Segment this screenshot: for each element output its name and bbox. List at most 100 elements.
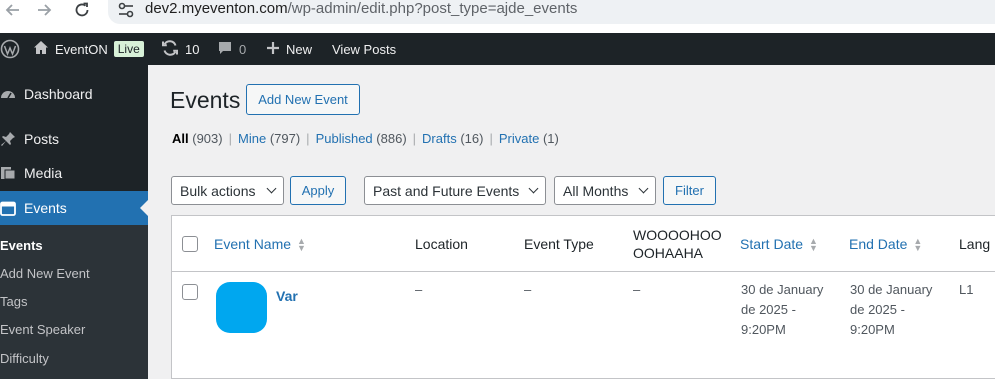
sidebar-item-events[interactable]: Events — [0, 191, 148, 225]
url-path: /wp-admin/edit.php?post_type=ajde_events — [287, 0, 578, 17]
updates-icon — [161, 39, 179, 60]
column-header-start-date[interactable]: Start Date ▲ ▼ — [740, 236, 818, 254]
live-badge: Live — [113, 41, 144, 57]
new-label: New — [286, 41, 313, 57]
dashboard-icon — [0, 86, 16, 102]
cell-start-date: 30 de January de 2025 - 9:20PM — [741, 282, 824, 337]
site-menu[interactable]: EventON Live — [33, 33, 144, 65]
comments-count: 0 — [239, 41, 247, 57]
event-range-select[interactable]: Past and Future Events — [364, 176, 546, 205]
column-header-lang: Lang — [959, 236, 991, 252]
column-header-custom: WOOOOHOO OOHAAHA — [633, 227, 722, 261]
view-mine-count: (797) — [269, 131, 301, 146]
submenu-item-event-speaker[interactable]: Event Speaker — [0, 322, 85, 337]
view-private-label: Private — [498, 131, 540, 146]
column-label: End Date — [849, 236, 908, 252]
media-icon — [0, 165, 16, 181]
page-title: Events — [170, 87, 241, 113]
sidebar-item-label: Media — [24, 165, 63, 181]
sort-icon: ▲ ▼ — [809, 236, 818, 254]
view-separator: | — [489, 131, 493, 146]
table-header: Event Name ▲ ▼ Location Event Type WOOOOHO… — [172, 216, 995, 272]
address-bar[interactable]: dev2.myeventon.com/wp-admin/edit.php?pos… — [108, 0, 995, 24]
view-separator: | — [412, 131, 417, 146]
column-header-event-type: Event Type — [524, 236, 594, 252]
browser-toolbar: dev2.myeventon.com/wp-admin/edit.php?pos… — [0, 0, 995, 33]
view-separator: | — [228, 131, 232, 146]
sidebar-item-label: Dashboard — [24, 86, 93, 102]
reload-icon[interactable] — [72, 0, 92, 20]
sidebar-item-label: Posts — [24, 131, 60, 147]
table-row: Var – – – 30 de January de 2025 - 9:20PM… — [172, 272, 995, 379]
admin-sidebar: Dashboard Posts Media Events Events Add … — [0, 65, 148, 379]
sort-icon: ▲ ▼ — [913, 236, 923, 254]
view-published-link[interactable]: Published (886) — [316, 131, 407, 146]
view-separator: | — [306, 131, 310, 146]
forward-arrow-icon[interactable] — [36, 0, 52, 20]
view-drafts-count: (16) — [460, 131, 484, 146]
comments-link[interactable]: 0 — [217, 33, 246, 65]
months-value: All Months — [563, 182, 629, 199]
row-checkbox[interactable] — [182, 284, 198, 300]
view-drafts-link[interactable]: Drafts (16) — [422, 131, 483, 146]
sidebar-item-label: Events — [24, 200, 67, 216]
cell-event-type: – — [524, 282, 532, 297]
post-status-views: All (903) | Mine (797) | Published (886) | Dra… — [172, 131, 559, 146]
back-arrow-icon[interactable] — [4, 0, 20, 20]
submenu-item-add-new-event[interactable]: Add New Event — [0, 266, 90, 281]
column-header-event-name[interactable]: Event Name ▲ ▼ — [214, 236, 306, 254]
apply-button[interactable]: Apply — [290, 176, 346, 205]
site-settings-icon[interactable] — [117, 2, 135, 18]
column-header-end-date[interactable]: End Date ▲ ▼ — [849, 236, 923, 254]
sidebar-item-posts[interactable]: Posts — [0, 122, 148, 156]
events-submenu: Events Add New Event Tags Event Speaker … — [0, 225, 148, 379]
bulk-actions-value: Bulk actions — [180, 182, 256, 199]
cell-location: – — [415, 282, 423, 297]
view-posts-link[interactable]: View Posts — [332, 33, 396, 65]
url-host: dev2.myeventon.com — [145, 0, 288, 17]
chevron-down-icon — [528, 183, 539, 194]
view-drafts-label: Drafts — [422, 131, 457, 146]
event-range-value: Past and Future Events — [373, 182, 520, 199]
filter-button[interactable]: Filter — [663, 176, 716, 205]
cell-lang: L1 — [959, 282, 974, 297]
sidebar-item-media[interactable]: Media — [0, 156, 148, 190]
cell-custom: – — [633, 282, 641, 297]
submenu-item-tags[interactable]: Tags — [0, 294, 27, 309]
events-table: Event Name ▲ ▼ Location Event Type WOOOOHO… — [171, 215, 995, 379]
select-all-checkbox[interactable] — [182, 236, 198, 252]
url-text: dev2.myeventon.com/wp-admin/edit.php?pos… — [145, 0, 577, 17]
updates-count: 10 — [185, 41, 200, 57]
view-published-count: (886) — [376, 131, 407, 146]
sidebar-item-dashboard[interactable]: Dashboard — [0, 77, 148, 111]
plus-icon — [266, 41, 280, 58]
bulk-actions-select[interactable]: Bulk actions — [171, 176, 284, 205]
cell-end-date: 30 de January de 2025 - 9:20PM — [850, 282, 933, 337]
view-all-label: All — [172, 131, 189, 146]
wordpress-logo-icon[interactable] — [0, 33, 20, 65]
view-private-link[interactable]: Private (1) — [499, 131, 559, 146]
view-all-count: (903) — [192, 131, 223, 146]
sort-icon: ▲ ▼ — [297, 236, 306, 254]
new-content-menu[interactable]: New — [266, 33, 312, 65]
comment-icon — [217, 40, 233, 59]
submenu-item-difficulty[interactable]: Difficulty — [0, 351, 49, 366]
view-mine-link[interactable]: Mine (797) — [238, 131, 300, 146]
chevron-down-icon — [266, 183, 277, 194]
view-mine-label: Mine — [238, 131, 267, 146]
submenu-item-events[interactable]: Events — [0, 238, 43, 253]
site-name: EventON — [55, 41, 108, 57]
add-new-event-button[interactable]: Add New Event — [246, 84, 360, 115]
view-private-count: (1) — [542, 131, 559, 146]
admin-bar: EventON Live 10 0 New View Posts — [0, 33, 995, 65]
event-color-thumbnail — [216, 282, 267, 333]
view-published-label: Published — [315, 131, 373, 146]
updates-link[interactable]: 10 — [161, 33, 199, 65]
view-all-link[interactable]: All (903) — [172, 131, 223, 146]
home-icon — [33, 40, 49, 58]
months-select[interactable]: All Months — [554, 176, 656, 205]
event-title-link[interactable]: Var — [276, 288, 298, 304]
column-label: Event Name — [214, 236, 292, 252]
column-header-location: Location — [415, 236, 468, 252]
pin-icon — [0, 131, 16, 147]
